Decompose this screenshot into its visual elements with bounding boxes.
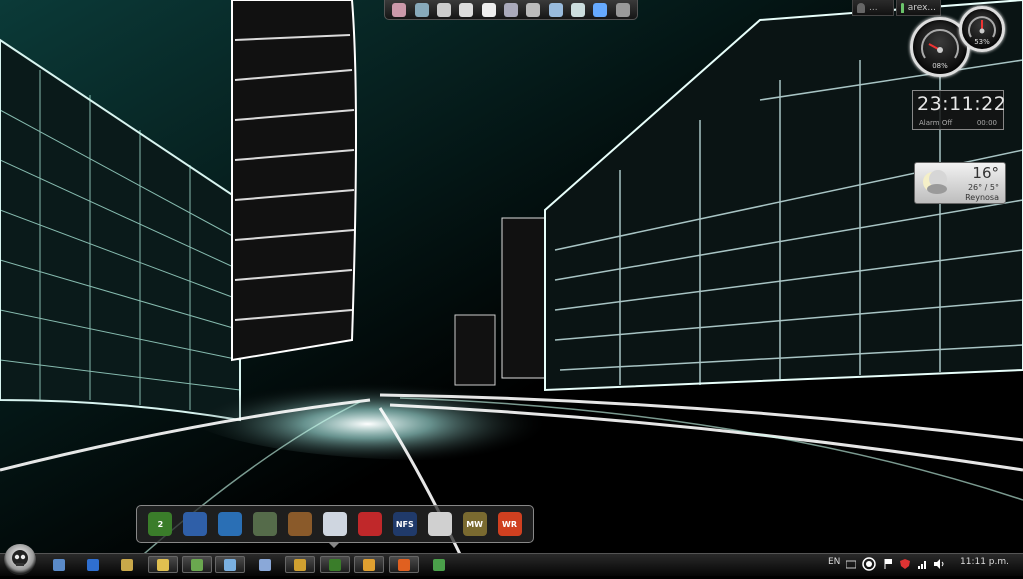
dock-item-label: WR bbox=[502, 519, 517, 529]
taskbar-button-ebook[interactable] bbox=[112, 556, 142, 573]
weather-range: 26° / 5° bbox=[967, 183, 999, 192]
signal-icon[interactable] bbox=[918, 559, 928, 569]
taskbar-button-check[interactable] bbox=[78, 556, 108, 573]
taskbar-button-windows[interactable] bbox=[182, 556, 212, 573]
dock-item-label: 2 bbox=[157, 519, 164, 529]
taskbar-button-network[interactable] bbox=[215, 556, 245, 573]
keyboard-icon[interactable] bbox=[846, 559, 856, 569]
firefox-icon bbox=[398, 558, 410, 571]
jet-icon[interactable] bbox=[322, 512, 347, 536]
weather-temperature: 16° bbox=[972, 164, 999, 182]
taskbar-button-computer[interactable] bbox=[250, 556, 280, 573]
mw2-task-icon bbox=[329, 558, 341, 571]
clock-time: 23:11:22 bbox=[917, 93, 1007, 115]
deadspace-icon[interactable] bbox=[427, 512, 452, 536]
nfs-icon[interactable]: NFS bbox=[392, 512, 417, 536]
user-tile-guest[interactable]: ... bbox=[852, 0, 894, 16]
user-icon bbox=[857, 2, 865, 13]
dock-item-label: NFS bbox=[395, 519, 414, 529]
weather-city: Reynosa bbox=[965, 193, 999, 202]
wr-icon[interactable]: WR bbox=[497, 512, 522, 536]
folder-icon bbox=[157, 558, 169, 571]
computer-icon bbox=[259, 558, 271, 571]
top-quick-launch-bar bbox=[384, 0, 638, 20]
clock-gadget[interactable]: 23:11:22 Alarm Off 00:00 bbox=[912, 90, 1007, 130]
media-player-icon bbox=[363, 558, 375, 571]
trash-icon[interactable] bbox=[615, 2, 630, 17]
halo-icon[interactable] bbox=[253, 512, 278, 536]
ebook-icon bbox=[121, 558, 133, 571]
dock-item-label: MW bbox=[466, 519, 483, 529]
soldier-icon[interactable] bbox=[288, 512, 313, 536]
record-icon[interactable] bbox=[862, 557, 876, 571]
taskbar-clock[interactable]: 11:11 p.m. bbox=[960, 557, 1009, 567]
moon-cloud-icon bbox=[923, 170, 947, 194]
mw2-icon[interactable]: 2 bbox=[148, 512, 173, 536]
globe-icon[interactable] bbox=[593, 2, 608, 17]
user-tile-label: ... bbox=[869, 2, 878, 13]
recycle-icon[interactable] bbox=[571, 2, 586, 17]
taskbar-button-firefox[interactable] bbox=[389, 556, 419, 573]
window-icon[interactable] bbox=[414, 2, 429, 17]
nfs-mw-icon[interactable]: MW bbox=[462, 512, 487, 536]
network-icon[interactable] bbox=[548, 2, 563, 17]
windows-icon bbox=[191, 558, 203, 571]
taskbar-button-explorer[interactable] bbox=[285, 556, 315, 573]
user-tile-label: arex... bbox=[907, 2, 936, 13]
keyboard-icon[interactable] bbox=[526, 2, 541, 17]
user-tile-arex[interactable]: arex... bbox=[896, 0, 941, 16]
skull-cyan-icon[interactable] bbox=[218, 512, 243, 536]
memory-gauge[interactable]: 53% bbox=[959, 6, 1005, 52]
start-button[interactable] bbox=[4, 544, 36, 575]
taskbar-button-messenger[interactable] bbox=[44, 556, 74, 573]
play-icon[interactable] bbox=[459, 2, 474, 17]
alarm-time: 00:00 bbox=[976, 119, 997, 127]
desktop-wallpaper bbox=[0, 0, 1023, 575]
refresh-icon[interactable] bbox=[436, 2, 451, 17]
explorer-icon bbox=[294, 558, 306, 571]
taskbar-button-media-player[interactable] bbox=[354, 556, 384, 573]
application-dock: 2 NFS MW WR bbox=[136, 505, 534, 543]
skull-icon bbox=[12, 550, 28, 566]
taskbar-button-mw2-task[interactable] bbox=[320, 556, 350, 573]
dock-pointer bbox=[328, 542, 340, 548]
cpu-percent: 08% bbox=[932, 62, 948, 70]
network-icon bbox=[224, 558, 236, 571]
messenger-icon bbox=[53, 558, 65, 571]
utorrent-icon bbox=[433, 558, 445, 571]
taskbar-button-utorrent[interactable] bbox=[424, 556, 454, 573]
flag-icon[interactable] bbox=[884, 559, 894, 569]
alarm-status: Alarm Off bbox=[919, 119, 953, 127]
user-icon bbox=[901, 2, 904, 13]
flash-player-icon[interactable] bbox=[357, 512, 382, 536]
taskbar-button-folder[interactable] bbox=[148, 556, 178, 573]
volume-icon[interactable] bbox=[934, 559, 944, 569]
check-icon bbox=[87, 558, 99, 571]
weather-gadget[interactable]: 16° 26° / 5° Reynosa bbox=[914, 162, 1006, 204]
photo-icon[interactable] bbox=[503, 2, 518, 17]
memory-percent: 53% bbox=[974, 38, 990, 46]
language-indicator[interactable]: EN bbox=[828, 557, 840, 567]
media-icon[interactable] bbox=[392, 2, 407, 17]
skull-blue-icon[interactable] bbox=[183, 512, 208, 536]
flash-icon[interactable] bbox=[481, 2, 496, 17]
security-icon[interactable] bbox=[900, 559, 910, 569]
